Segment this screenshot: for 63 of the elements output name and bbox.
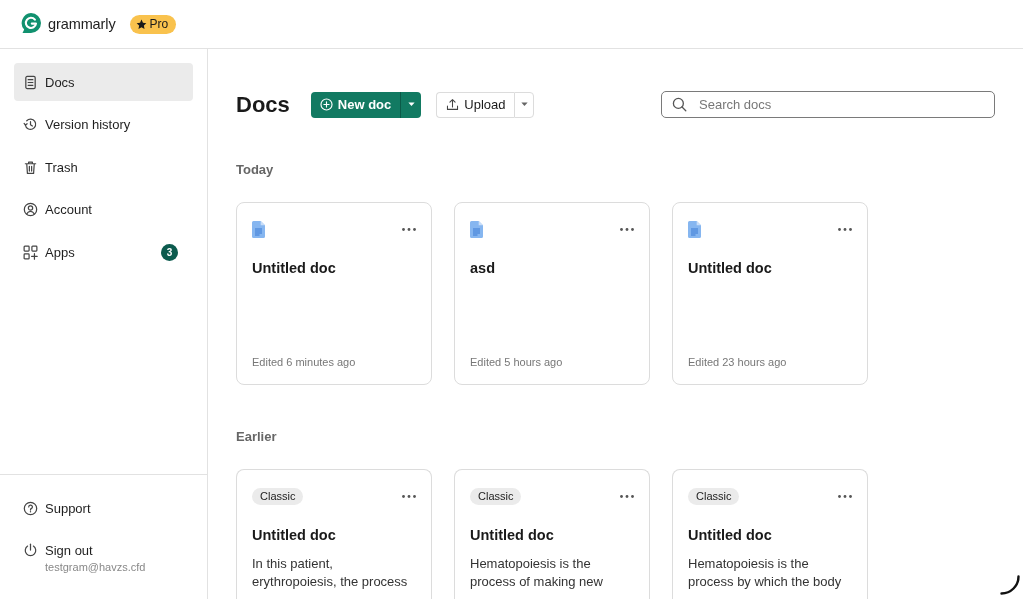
count-badge: 3	[161, 243, 178, 261]
doc-type-tag: Classic	[252, 488, 304, 505]
edited-time: Edited 23 hours ago	[688, 355, 787, 369]
file-icon	[470, 221, 483, 238]
sidebar-item[interactable]: Version history	[14, 105, 193, 144]
section-heading: Today	[236, 162, 274, 178]
new-doc-button[interactable]: New doc	[310, 91, 401, 118]
edited-time: Edited 5 hours ago	[470, 355, 563, 369]
doc-title: Untitled doc	[470, 526, 554, 545]
document-icon	[23, 74, 38, 90]
doc-title: Untitled doc	[252, 526, 336, 545]
account-email: testgram@havzs.cfd	[45, 560, 146, 574]
doc-title: Untitled doc	[688, 526, 772, 545]
power-icon	[23, 542, 38, 558]
sidebar-item[interactable]: Account	[14, 190, 193, 229]
help-icon	[23, 500, 38, 516]
sidebar-item[interactable]: Apps 3	[14, 233, 193, 271]
caret-icon	[407, 102, 415, 107]
search-icon	[672, 97, 687, 112]
trash-icon	[23, 159, 38, 175]
sign-out-button[interactable]: Sign out	[14, 540, 108, 560]
apps-icon	[23, 244, 38, 260]
account-icon	[23, 202, 38, 217]
doc-title: asd	[470, 259, 495, 278]
more-icon	[402, 495, 416, 498]
more-icon	[620, 228, 634, 231]
upload-button[interactable]: Upload	[436, 91, 515, 118]
doc-preview-text: Hematopoiesis is the process of making new	[470, 555, 604, 591]
file-icon	[252, 221, 265, 238]
support-button[interactable]: Support	[14, 489, 106, 527]
file-icon	[688, 221, 701, 238]
doc-card[interactable]: Classic Untitled doc Hematopoiesis is the process by which the body	[672, 469, 868, 599]
doc-card[interactable]: asd Edited 5 hours ago	[454, 202, 650, 385]
sidebar-item[interactable]: Docs	[14, 63, 193, 101]
doc-card[interactable]: Classic Untitled doc In this patient, erythropoiesis, the process	[236, 469, 432, 599]
page-title: Docs	[236, 91, 290, 118]
doc-title: Untitled doc	[252, 259, 336, 278]
doc-type-tag: Classic	[688, 488, 740, 505]
logo-icon	[21, 13, 41, 35]
doc-card[interactable]: Untitled doc Edited 23 hours ago	[672, 202, 868, 385]
more-icon	[838, 495, 852, 498]
more-icon	[620, 495, 634, 498]
doc-title: Untitled doc	[688, 259, 772, 278]
new-doc-dropdown-button[interactable]	[400, 91, 422, 118]
star-icon	[135, 18, 147, 30]
doc-card[interactable]: Untitled doc Edited 6 minutes ago	[236, 202, 432, 385]
plan-badge: Pro	[129, 14, 177, 34]
history-icon	[23, 117, 38, 132]
more-icon	[838, 228, 852, 231]
section-heading: Earlier	[236, 429, 277, 445]
doc-card[interactable]: Classic Untitled doc Hematopoiesis is the process of making new	[454, 469, 650, 599]
edited-time: Edited 6 minutes ago	[252, 355, 356, 369]
doc-preview-text: In this patient, erythropoiesis, the process	[252, 555, 409, 591]
doc-type-tag: Classic	[470, 488, 522, 505]
doc-preview-text: Hematopoiesis is the process by which the body	[688, 555, 843, 591]
upload-icon	[446, 98, 460, 111]
logo-text: grammarly	[48, 16, 116, 32]
loading-spinner-icon	[1000, 575, 1020, 595]
caret-icon	[520, 102, 528, 107]
sidebar-item[interactable]: Trash	[14, 148, 193, 186]
search-field[interactable]: Search docs	[661, 91, 995, 118]
plus-circle-icon	[319, 98, 333, 111]
more-icon	[402, 228, 416, 231]
